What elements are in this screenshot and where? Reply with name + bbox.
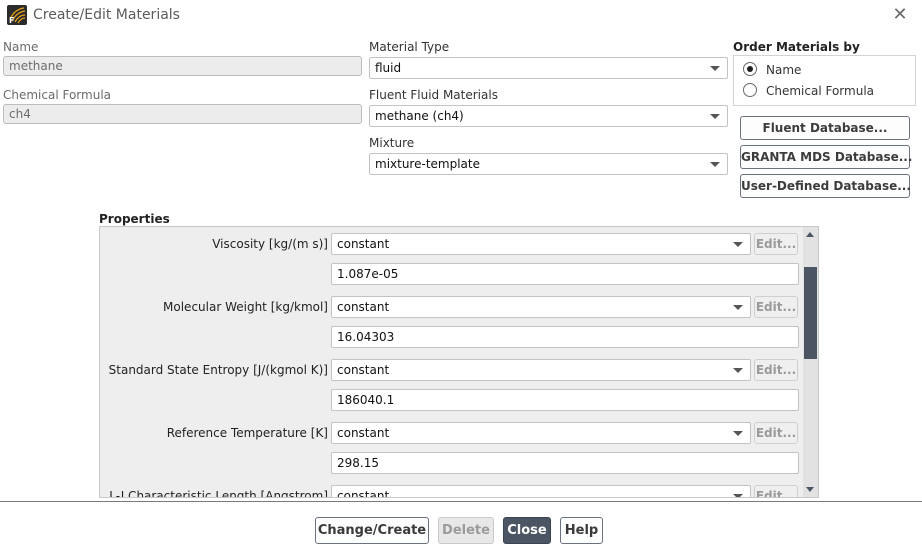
mixture-dropdown[interactable]: mixture-template — [369, 153, 728, 175]
order-by-name-radio[interactable] — [743, 62, 757, 76]
molecular-weight-method-value: constant — [337, 300, 390, 314]
properties-panel: Viscosity [kg/(m s)] constant Edit... 1.… — [99, 226, 819, 498]
help-button[interactable]: Help — [560, 517, 603, 544]
footer-divider — [0, 501, 922, 502]
reference-temperature-method-dropdown[interactable]: constant — [331, 422, 751, 444]
material-type-label: Material Type — [369, 40, 450, 54]
chevron-down-icon — [710, 162, 720, 167]
molecular-weight-method-dropdown[interactable]: constant — [331, 296, 751, 318]
chevron-down-icon — [710, 66, 720, 71]
reference-temperature-method-value: constant — [337, 426, 390, 440]
order-materials-label: Order Materials by — [733, 40, 860, 54]
standard-state-entropy-method-dropdown[interactable]: constant — [331, 359, 751, 381]
fluent-database-button[interactable]: Fluent Database... — [740, 116, 910, 140]
scroll-down-icon[interactable] — [803, 482, 818, 497]
close-button[interactable]: Close — [503, 517, 551, 544]
properties-label: Properties — [99, 212, 170, 226]
user-defined-database-button[interactable]: User-Defined Database... — [740, 174, 911, 198]
viscosity-label: Viscosity [kg/(m s)] — [212, 237, 328, 251]
chevron-down-icon — [710, 114, 720, 119]
molecular-weight-value-field[interactable]: 16.04303 — [331, 326, 799, 348]
fluent-fluid-materials-dropdown[interactable]: methane (ch4) — [369, 105, 728, 127]
standard-state-entropy-value-field[interactable]: 186040.1 — [331, 389, 799, 411]
window-title: Create/Edit Materials — [33, 7, 180, 23]
close-icon[interactable]: ✕ — [889, 4, 911, 26]
chevron-down-icon — [733, 305, 743, 310]
order-by-formula-label: Chemical Formula — [766, 84, 875, 98]
granta-database-button[interactable]: GRANTA MDS Database... — [740, 145, 912, 169]
viscosity-method-value: constant — [337, 237, 390, 251]
lj-characteristic-length-method-value: constant — [337, 489, 390, 498]
chevron-down-icon — [733, 494, 743, 497]
fluent-fluid-materials-label: Fluent Fluid Materials — [369, 88, 498, 102]
reference-temperature-value-field[interactable]: 298.15 — [331, 452, 799, 474]
material-type-value: fluid — [375, 61, 402, 75]
chevron-down-icon — [733, 368, 743, 373]
viscosity-method-dropdown[interactable]: constant — [331, 233, 751, 255]
properties-scrollbar[interactable] — [803, 227, 818, 497]
chevron-down-icon — [733, 242, 743, 247]
fluent-app-icon: F — [7, 5, 27, 25]
chemical-formula-label: Chemical Formula — [3, 88, 112, 102]
viscosity-edit-button[interactable]: Edit... — [754, 233, 798, 255]
lj-characteristic-length-edit-button[interactable]: Edit... — [754, 485, 798, 497]
chemical-formula-field[interactable]: ch4 — [3, 104, 362, 124]
lj-characteristic-length-method-dropdown[interactable]: constant — [331, 485, 751, 498]
standard-state-entropy-label: Standard State Entropy [J/(kgmol K)] — [108, 363, 328, 377]
order-by-name-label: Name — [766, 63, 802, 77]
order-by-formula-radio[interactable] — [743, 83, 757, 97]
fluent-fluid-materials-value: methane (ch4) — [375, 109, 464, 123]
chevron-down-icon — [733, 431, 743, 436]
name-field[interactable]: methane — [3, 56, 362, 76]
molecular-weight-label: Molecular Weight [kg/kmol] — [163, 300, 328, 314]
mixture-label: Mixture — [369, 136, 415, 150]
title-bar: F Create/Edit Materials ✕ — [0, 0, 922, 32]
standard-state-entropy-method-value: constant — [337, 363, 390, 377]
molecular-weight-edit-button[interactable]: Edit... — [754, 296, 798, 318]
scroll-thumb[interactable] — [804, 267, 817, 359]
delete-button[interactable]: Delete — [438, 517, 494, 544]
reference-temperature-edit-button[interactable]: Edit... — [754, 422, 798, 444]
viscosity-value-field[interactable]: 1.087e-05 — [331, 263, 799, 285]
lj-characteristic-length-label: L-J Characteristic Length [Angstrom] — [109, 489, 328, 498]
material-type-dropdown[interactable]: fluid — [369, 57, 728, 79]
change-create-button[interactable]: Change/Create — [315, 517, 429, 544]
scroll-up-icon[interactable] — [803, 227, 818, 242]
reference-temperature-label: Reference Temperature [K] — [166, 426, 328, 440]
standard-state-entropy-edit-button[interactable]: Edit... — [754, 359, 798, 381]
order-materials-group: Name Chemical Formula — [733, 55, 916, 106]
name-label: Name — [3, 40, 39, 54]
mixture-value: mixture-template — [375, 157, 480, 171]
